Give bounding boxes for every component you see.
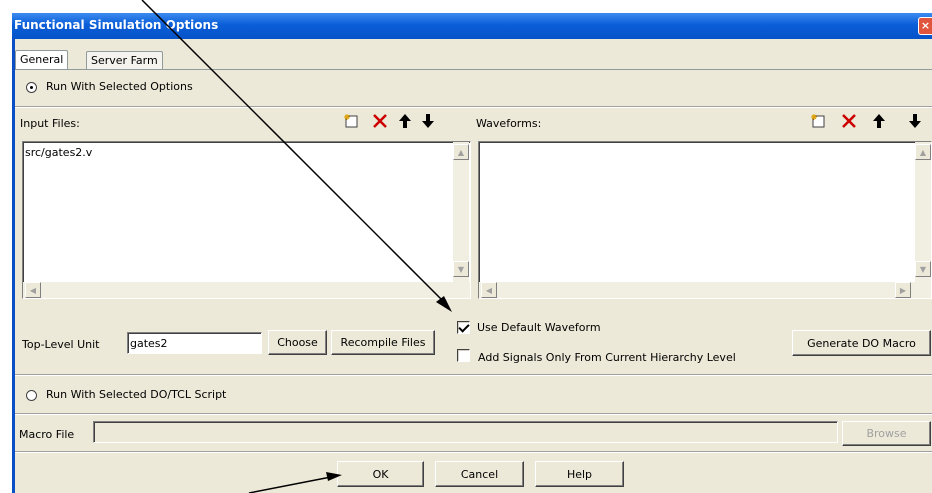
separator — [15, 374, 932, 376]
top-level-unit-input[interactable] — [127, 332, 262, 354]
tab-strip-line — [15, 69, 932, 70]
separator — [15, 413, 932, 415]
horizontal-scrollbar[interactable]: ◀ — [23, 282, 470, 298]
choose-button[interactable]: Choose — [268, 330, 327, 355]
title-bar[interactable]: Functional Simulation Options × — [12, 13, 932, 39]
tab-general-label: General — [20, 53, 64, 66]
run-selected-options-label: Run With Selected Options — [46, 80, 193, 93]
input-files-list[interactable]: src/gates2.v ▲ ▼ ◀ — [22, 141, 471, 299]
new-waveform-icon[interactable] — [809, 112, 827, 130]
waveforms-scroll-down-icon[interactable]: ▼ — [915, 261, 931, 277]
waveform-move-down-icon[interactable] — [906, 112, 924, 130]
separator — [15, 451, 932, 453]
close-icon[interactable]: × — [918, 17, 932, 35]
move-down-icon[interactable] — [419, 112, 437, 130]
cancel-button[interactable]: Cancel — [435, 461, 524, 487]
macro-file-label: Macro File — [19, 428, 75, 441]
waveforms-scroll-up-icon[interactable]: ▲ — [915, 144, 931, 160]
tab-server-farm[interactable]: Server Farm — [86, 51, 163, 69]
delete-waveform-icon[interactable] — [840, 112, 858, 130]
waveforms-scroll-right-icon[interactable]: ▶ — [895, 282, 911, 298]
waveforms-vertical-scrollbar[interactable]: ▲ ▼ — [915, 142, 931, 282]
scroll-left-icon[interactable]: ◀ — [25, 282, 41, 298]
new-file-icon[interactable] — [342, 112, 360, 130]
scroll-down-icon[interactable]: ▼ — [453, 261, 469, 277]
ok-button[interactable]: OK — [337, 461, 424, 487]
use-default-waveform-checkbox[interactable] — [457, 321, 470, 334]
input-files-label: Input Files: — [20, 117, 80, 130]
window-title: Functional Simulation Options — [14, 18, 219, 32]
waveforms-horizontal-scrollbar[interactable]: ◀ ▶ — [479, 282, 931, 298]
waveforms-label: Waveforms: — [476, 117, 542, 130]
add-signals-checkbox[interactable] — [457, 349, 470, 362]
help-button[interactable]: Help — [535, 461, 624, 487]
tab-general[interactable]: General — [15, 50, 69, 69]
run-script-radio[interactable] — [26, 390, 37, 401]
run-script-label: Run With Selected DO/TCL Script — [46, 388, 227, 401]
browse-button[interactable]: Browse — [842, 421, 931, 446]
scroll-up-icon[interactable]: ▲ — [453, 144, 469, 160]
waveform-move-up-icon[interactable] — [870, 112, 888, 130]
vertical-scrollbar[interactable]: ▲ ▼ — [453, 142, 469, 282]
generate-do-macro-button[interactable]: Generate DO Macro — [792, 330, 931, 356]
run-selected-options-radio[interactable] — [26, 82, 37, 93]
tab-server-farm-label: Server Farm — [91, 54, 158, 67]
top-level-unit-label: Top-Level Unit — [22, 338, 100, 351]
waveforms-list[interactable]: ▲ ▼ ◀ ▶ — [478, 141, 932, 299]
move-up-icon[interactable] — [396, 112, 414, 130]
add-signals-label: Add Signals Only From Current Hierarchy … — [478, 351, 736, 364]
recompile-files-button[interactable]: Recompile Files — [331, 330, 435, 355]
delete-icon[interactable] — [371, 112, 389, 130]
use-default-waveform-label: Use Default Waveform — [477, 321, 601, 334]
list-item[interactable]: src/gates2.v — [25, 146, 92, 159]
waveforms-scroll-left-icon[interactable]: ◀ — [481, 282, 497, 298]
macro-file-input[interactable] — [93, 421, 838, 443]
separator — [15, 106, 932, 108]
